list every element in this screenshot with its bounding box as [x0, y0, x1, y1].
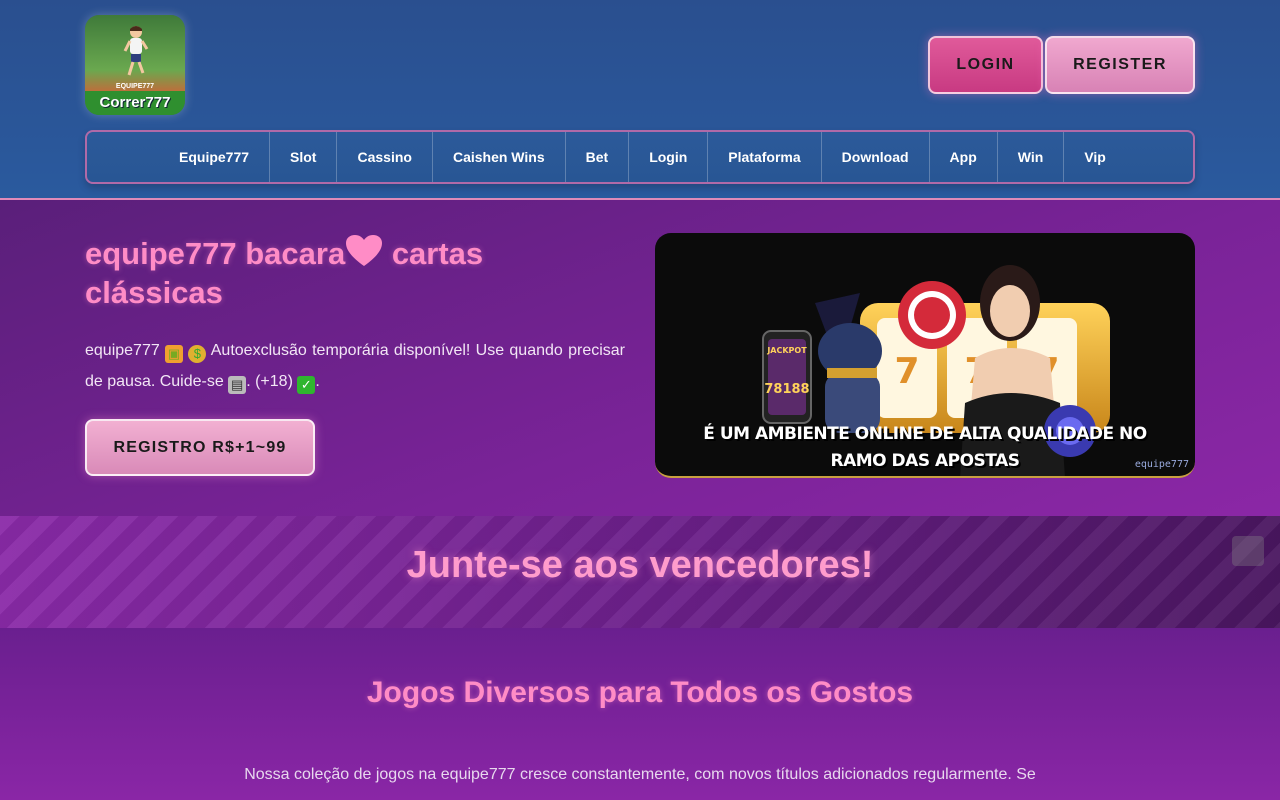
- nav-item-vip[interactable]: Vip: [1064, 132, 1126, 182]
- hero-description: equipe777 ▣ $ Autoexclusão temporária di…: [85, 335, 625, 397]
- logo-subtext: EQUIPE777: [115, 83, 155, 90]
- games-section: Jogos Diversos para Todos os Gostos Noss…: [0, 628, 1280, 800]
- money-bag-icon: $: [188, 345, 207, 363]
- registro-button[interactable]: REGISTRO R$+1~99: [85, 419, 315, 476]
- games-description: Nossa coleção de jogos na equipe777 cres…: [244, 766, 1036, 783]
- nav-item-equipe777[interactable]: Equipe777: [159, 132, 271, 182]
- nav-item-login[interactable]: Login: [629, 132, 709, 182]
- svg-text:78188: 78188: [764, 382, 809, 397]
- nav-item-slot[interactable]: Slot: [270, 132, 338, 182]
- slot-machine-icon: ▤: [228, 376, 247, 394]
- slot-machine-icon: [1232, 536, 1264, 566]
- site-header: EQUIPE777 Correr777 LOGIN REGISTER Equip…: [0, 0, 1280, 200]
- hero-text-part4: .: [315, 373, 320, 390]
- games-title: Jogos Diversos para Todos os Gostos: [366, 676, 914, 709]
- heart-icon: [345, 235, 383, 271]
- nav-item-win[interactable]: Win: [998, 132, 1065, 182]
- hero-title-part1: equipe777 bacara: [85, 236, 346, 271]
- hero-title: equipe777 bacara cartas clássicas: [85, 234, 625, 312]
- winners-strip: Junte-se aos vencedores!: [0, 516, 1280, 628]
- svg-text:JACKPOT: JACKPOT: [766, 346, 807, 355]
- hero-text-part1: equipe777: [85, 342, 166, 359]
- gift-icon: ▣: [165, 345, 184, 363]
- login-button[interactable]: LOGIN: [928, 36, 1043, 94]
- hero-section: equipe777 bacara cartas clássicas equipe…: [0, 200, 1280, 516]
- nav-item-bet[interactable]: Bet: [566, 132, 630, 182]
- promo-banner[interactable]: 7 7 7 JACKPOT 78188: [655, 233, 1195, 478]
- banner-caption-line2: RAMO DAS APOSTAS: [830, 451, 1020, 471]
- main-nav: Equipe777 Slot Cassino Caishen Wins Bet …: [85, 130, 1195, 184]
- nav-item-download[interactable]: Download: [822, 132, 930, 182]
- site-logo[interactable]: EQUIPE777 Correr777: [85, 15, 185, 115]
- svg-text:7: 7: [894, 351, 919, 392]
- logo-text: Correr777: [85, 91, 185, 115]
- nav-item-caishen-wins[interactable]: Caishen Wins: [433, 132, 566, 182]
- register-button[interactable]: REGISTER: [1045, 36, 1195, 94]
- nav-item-cassino[interactable]: Cassino: [337, 132, 433, 182]
- banner-caption: É UM AMBIENTE ONLINE DE ALTA QUALIDADE N…: [655, 421, 1195, 475]
- hero-text-part3: . (+18): [246, 373, 298, 390]
- nav-item-plataforma[interactable]: Plataforma: [708, 132, 822, 182]
- nav-item-app[interactable]: App: [930, 132, 998, 182]
- check-icon: ✓: [297, 376, 316, 394]
- banner-watermark: equipe777: [1134, 459, 1189, 470]
- banner-caption-line1: É UM AMBIENTE ONLINE DE ALTA QUALIDADE N…: [703, 424, 1147, 444]
- winners-title: Junte-se aos vencedores!: [406, 544, 874, 586]
- runner-figure: [123, 26, 149, 76]
